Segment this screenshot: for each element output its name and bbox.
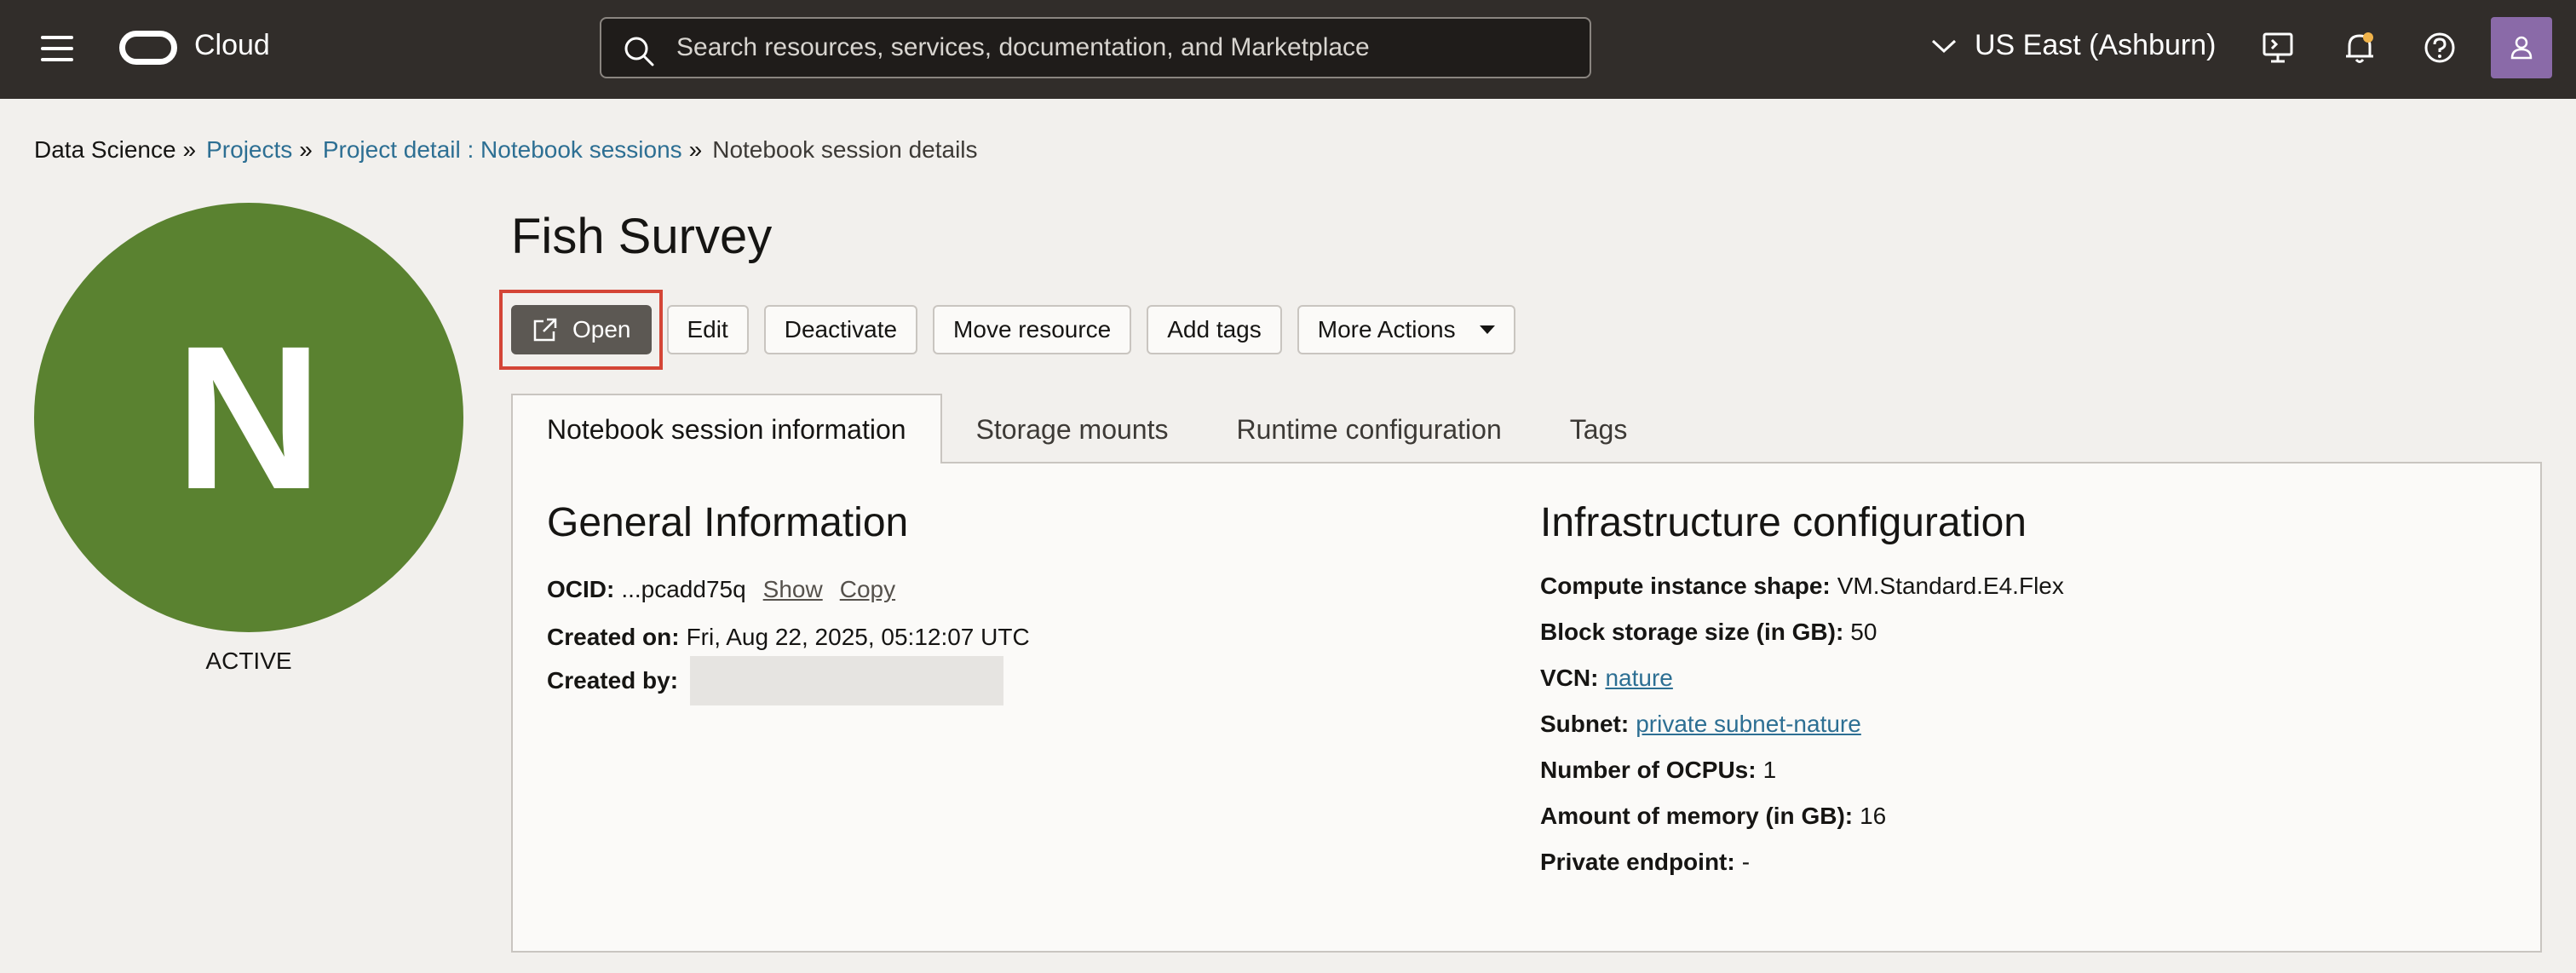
open-button[interactable]: Open — [511, 305, 652, 354]
subnet-link[interactable]: private subnet-nature — [1636, 711, 1861, 738]
user-profile-button[interactable] — [2491, 17, 2552, 78]
vcn-link[interactable]: nature — [1605, 665, 1672, 692]
tab-storage-mounts[interactable]: Storage mounts — [942, 395, 1203, 463]
oracle-logo[interactable] — [119, 31, 177, 65]
breadcrumb-project-detail[interactable]: Project detail : Notebook sessions — [323, 136, 682, 164]
region-selector[interactable]: US East (Ashburn) — [1930, 29, 2216, 62]
ocid-value: ...pcadd75q — [621, 576, 746, 602]
bell-icon[interactable] — [2341, 29, 2378, 66]
memory-row: Amount of memory (in GB): 16 — [1540, 803, 1886, 830]
more-actions-button[interactable]: More Actions — [1297, 305, 1515, 354]
action-toolbar: Open Edit Deactivate Move resource Add t… — [511, 305, 1531, 354]
created-on-label: Created on: — [547, 624, 680, 650]
brand-name[interactable]: Cloud — [194, 29, 270, 62]
vcn-row: VCN: nature — [1540, 665, 1673, 692]
details-panel: General Information OCID: ...pcadd75q Sh… — [511, 462, 2542, 953]
private-endpoint-label: Private endpoint: — [1540, 849, 1735, 875]
edit-button[interactable]: Edit — [666, 305, 749, 354]
move-resource-button[interactable]: Move resource — [933, 305, 1132, 354]
breadcrumb-projects[interactable]: Projects — [206, 136, 292, 164]
add-tags-button[interactable]: Add tags — [1147, 305, 1282, 354]
ocid-label: OCID: — [547, 576, 615, 602]
tab-runtime-configuration[interactable]: Runtime configuration — [1202, 395, 1535, 463]
more-actions-label: More Actions — [1317, 316, 1456, 343]
badge-letter: N — [175, 303, 323, 532]
block-storage-value: 50 — [1850, 619, 1877, 645]
compute-shape-row: Compute instance shape: VM.Standard.E4.F… — [1540, 573, 2064, 600]
resource-status-badge: N — [34, 203, 463, 632]
general-information-heading: General Information — [547, 500, 909, 545]
menu-icon[interactable] — [41, 36, 73, 61]
search-box[interactable] — [600, 17, 1591, 78]
open-label: Open — [572, 316, 631, 343]
compute-shape-value: VM.Standard.E4.Flex — [1837, 573, 2064, 599]
compute-shape-label: Compute instance shape: — [1540, 573, 1831, 599]
ocpus-label: Number of OCPUs: — [1540, 757, 1757, 783]
region-label: US East (Ashburn) — [1975, 29, 2217, 61]
ocid-show-link[interactable]: Show — [763, 576, 823, 603]
ocid-copy-link[interactable]: Copy — [840, 576, 895, 603]
caret-down-icon — [1479, 325, 1495, 334]
block-storage-row: Block storage size (in GB): 50 — [1540, 619, 1877, 646]
created-by-row: Created by: — [547, 656, 1004, 705]
external-link-icon — [533, 318, 557, 342]
search-input[interactable] — [676, 19, 1579, 77]
created-on-value: Fri, Aug 22, 2025, 05:12:07 UTC — [686, 624, 1030, 650]
vcn-label: VCN: — [1540, 665, 1599, 691]
tab-bar: Notebook session information Storage mou… — [511, 394, 1662, 463]
private-endpoint-row: Private endpoint: - — [1540, 849, 1750, 876]
status-label: ACTIVE — [205, 648, 292, 674]
subnet-row: Subnet: private subnet-nature — [1540, 711, 1861, 738]
ocid-row: OCID: ...pcadd75q Show Copy — [547, 576, 895, 603]
page-title: Fish Survey — [511, 209, 773, 264]
deactivate-button[interactable]: Deactivate — [763, 305, 918, 354]
created-by-label: Created by: — [547, 667, 679, 694]
subnet-label: Subnet: — [1540, 711, 1630, 737]
breadcrumb-data-science[interactable]: Data Science — [34, 136, 176, 164]
infrastructure-configuration-heading: Infrastructure configuration — [1540, 500, 2027, 545]
tab-notebook-session-information[interactable]: Notebook session information — [511, 394, 942, 463]
breadcrumb-current: Notebook session details — [712, 136, 978, 163]
memory-label: Amount of memory (in GB): — [1540, 803, 1854, 829]
breadcrumb-separator: » — [688, 136, 703, 163]
private-endpoint-value: - — [1741, 849, 1751, 875]
cloud-shell-icon[interactable] — [2259, 29, 2297, 66]
breadcrumb-separator: » — [182, 136, 197, 163]
created-by-redacted — [690, 656, 1004, 705]
tab-tags[interactable]: Tags — [1536, 395, 1662, 463]
block-storage-label: Block storage size (in GB): — [1540, 619, 1844, 645]
breadcrumb: Data Science » Projects » Project detail… — [34, 136, 978, 164]
search-icon — [624, 37, 654, 66]
help-icon[interactable] — [2421, 29, 2458, 66]
chevron-down-icon — [1931, 39, 1957, 53]
top-navigation-bar: Cloud US East (Ashburn) — [0, 0, 2576, 99]
ocpus-value: 1 — [1762, 757, 1777, 783]
breadcrumb-separator: » — [299, 136, 313, 163]
user-icon — [2510, 36, 2533, 60]
ocpus-row: Number of OCPUs: 1 — [1540, 757, 1776, 784]
memory-value: 16 — [1860, 803, 1887, 829]
created-on-row: Created on: Fri, Aug 22, 2025, 05:12:07 … — [547, 624, 1030, 651]
